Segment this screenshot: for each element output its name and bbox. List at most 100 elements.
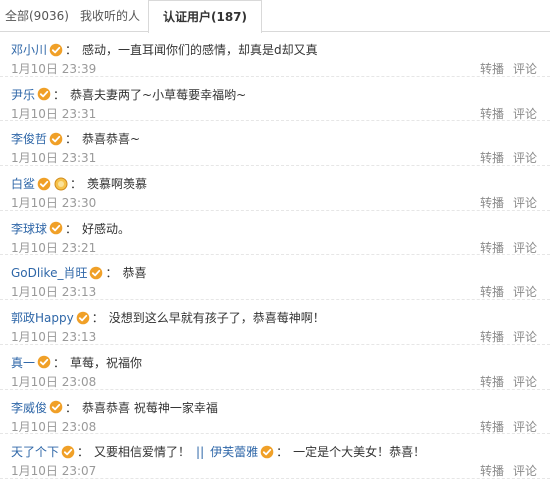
- tab-verified-users[interactable]: 认证用户(187): [148, 0, 262, 33]
- user-name[interactable]: 真一: [11, 354, 35, 371]
- verified-badge-icon: [89, 266, 103, 280]
- colon: ：: [77, 445, 90, 460]
- comment-item: 李俊哲 ： 恭喜恭喜~ 1月10日 23:31 转播 评论: [0, 121, 550, 167]
- comment-text: 一定是个大美女！恭喜！: [293, 445, 426, 460]
- repost-link[interactable]: 转播: [480, 375, 504, 389]
- verified-badge-icon: [76, 311, 90, 325]
- comment-actions: 转播 评论: [480, 105, 537, 122]
- user-name[interactable]: 天了个下: [11, 443, 59, 460]
- timestamp[interactable]: 1月10日 23:21: [11, 239, 96, 256]
- repost-link[interactable]: 转播: [480, 107, 504, 121]
- comment-actions: 转播 评论: [480, 194, 537, 211]
- comment-link[interactable]: 评论: [513, 196, 537, 210]
- comment-list: 邓小川：感动，一直耳闻你们的感情，却真是d却又真 1月10日 23:39 转播 评论尹…: [0, 32, 550, 479]
- comment-actions: 转播 评论: [480, 239, 537, 256]
- comment-line: 白鲨 ： 羡慕啊羡慕: [11, 175, 147, 192]
- comment-link[interactable]: 评论: [513, 285, 537, 299]
- comment-actions: 转播 评论: [480, 283, 537, 300]
- verified-badge-icon: [49, 43, 63, 57]
- comment-link[interactable]: 评论: [513, 420, 537, 434]
- comment-line: 李俊哲 ： 恭喜恭喜~: [11, 130, 140, 147]
- timestamp[interactable]: 1月10日 23:07: [11, 462, 96, 479]
- user-name[interactable]: 白鲨: [11, 175, 35, 192]
- user-name[interactable]: 李球球: [11, 220, 47, 237]
- verified-badge-icon: [49, 132, 63, 146]
- comment-actions: 转播 评论: [480, 462, 537, 479]
- tab-all[interactable]: 全部(9036): [5, 0, 71, 31]
- user-name[interactable]: GoDlike_肖旺: [11, 264, 87, 281]
- comment-item: 真一 ： 草莓，祝福你 1月10日 23:08 转播 评论: [0, 345, 550, 390]
- comment-link[interactable]: 评论: [513, 375, 537, 389]
- comment-item: 白鲨 ： 羡慕啊羡慕 1月10日 23:30 转播 评论: [0, 166, 550, 211]
- timestamp[interactable]: 1月10日 23:08: [11, 373, 96, 390]
- colon: ：: [276, 445, 289, 460]
- comment-item: 邓小川 ： 感动，一直耳闻你们的感情，却真是d却又真 1月10日 23:39 转播 评论: [0, 32, 550, 77]
- timestamp[interactable]: 1月10日 23:31: [11, 105, 96, 122]
- comment-text: 羡慕啊羡慕: [87, 177, 148, 192]
- comment-actions: 转播 评论: [480, 373, 537, 390]
- repost-link[interactable]: 转播: [480, 285, 504, 299]
- verified-badge-icon: [260, 445, 274, 459]
- medal-icon: [54, 177, 68, 191]
- repost-link[interactable]: 转播: [480, 330, 504, 344]
- colon: ：: [65, 221, 78, 236]
- comment-text: 恭喜夫妻两了~小草莓要幸福哟~: [70, 87, 247, 102]
- reply-separator: ||: [196, 444, 205, 459]
- repost-link[interactable]: 转播: [480, 464, 504, 478]
- comment-text: 感动，一直耳闻你们的感情，却真是d却又真: [82, 43, 318, 57]
- repost-link[interactable]: 转播: [480, 241, 504, 255]
- verified-badge-icon: [49, 400, 63, 414]
- timestamp[interactable]: 1月10日 23:39: [11, 60, 96, 77]
- comment-line: 尹乐 ： 恭喜夫妻两了~小草莓要幸福哟~: [11, 86, 246, 103]
- user-name[interactable]: 邓小川: [11, 41, 47, 58]
- user-name[interactable]: 李威俊: [11, 399, 47, 416]
- colon: ：: [53, 355, 66, 370]
- comment-item: 天了个下 ： 又要相信爱情了！ || 伊芙蕾雅 ： 一定是个大美女！恭喜！ 1月10日 23:…: [0, 434, 550, 479]
- comment-link[interactable]: 评论: [513, 464, 537, 478]
- comment-text: 没想到这么早就有孩子了，恭喜莓神啊！: [108, 311, 325, 326]
- user-name[interactable]: 李俊哲: [11, 130, 47, 147]
- comment-text: 草莓，祝福你: [70, 355, 143, 370]
- repost-link[interactable]: 转播: [480, 196, 504, 210]
- repost-link[interactable]: 转播: [480, 420, 504, 434]
- comment-text: 恭喜恭喜~: [82, 132, 141, 147]
- comment-line: 郭政Happy ： 没想到这么早就有孩子了，恭喜莓神啊！: [11, 309, 325, 326]
- comment-actions: 转播 评论: [480, 328, 537, 345]
- comment-link[interactable]: 评论: [513, 330, 537, 344]
- comment-link[interactable]: 评论: [513, 62, 537, 76]
- user-name[interactable]: 伊芙蕾雅: [210, 443, 258, 460]
- comment-link[interactable]: 评论: [513, 241, 537, 255]
- verified-badge-icon: [61, 445, 75, 459]
- comment-line: GoDlike_肖旺 ： 恭喜: [11, 264, 147, 281]
- comment-item: 李威俊 ： 恭喜恭喜 祝莓神一家幸福 1月10日 23:08 转播 评论: [0, 390, 550, 435]
- comment-text: 又要相信爱情了！: [94, 445, 191, 460]
- comment-actions: 转播 评论: [480, 418, 537, 435]
- verified-badge-icon: [49, 221, 63, 235]
- timestamp[interactable]: 1月10日 23:13: [11, 283, 96, 300]
- comment-item: 郭政Happy ： 没想到这么早就有孩子了，恭喜莓神啊！ 1月10日 23:13 转播评…: [0, 300, 550, 345]
- verified-badge-icon: [37, 87, 51, 101]
- repost-link[interactable]: 转播: [480, 62, 504, 76]
- timestamp[interactable]: 1月10日 23:31: [11, 149, 96, 166]
- timestamp[interactable]: 1月10日 23:08: [11, 418, 96, 435]
- comment-line: 李球球 ： 好感动。: [11, 220, 130, 237]
- timestamp[interactable]: 1月10日 23:13: [11, 328, 96, 345]
- comment-actions: 转播 评论: [480, 60, 537, 77]
- comment-line: 天了个下 ： 又要相信爱情了！ || 伊芙蕾雅 ： 一定是个大美女！恭喜！: [11, 443, 425, 460]
- comment-actions: 转播 评论: [480, 149, 537, 166]
- user-name[interactable]: 郭政Happy: [11, 309, 74, 326]
- verified-badge-icon: [37, 177, 51, 191]
- comment-text: 恭喜: [122, 266, 147, 281]
- timestamp[interactable]: 1月10日 23:30: [11, 194, 96, 211]
- comment-link[interactable]: 评论: [513, 151, 537, 165]
- comment-line: 李威俊 ： 恭喜恭喜 祝莓神一家幸福: [11, 399, 218, 416]
- user-name[interactable]: 尹乐: [11, 86, 35, 103]
- comment-link[interactable]: 评论: [513, 107, 537, 121]
- tab-bar: 全部(9036) 我收听的人 认证用户(187): [0, 0, 550, 33]
- comment-line: 真一 ： 草莓，祝福你: [11, 354, 142, 371]
- repost-link[interactable]: 转播: [480, 151, 504, 165]
- colon: ：: [105, 266, 118, 281]
- comment-line: 邓小川 ： 感动，一直耳闻你们的感情，却真是d却又真: [11, 41, 318, 58]
- colon: ：: [65, 43, 78, 57]
- tab-following[interactable]: 我收听的人: [80, 0, 144, 31]
